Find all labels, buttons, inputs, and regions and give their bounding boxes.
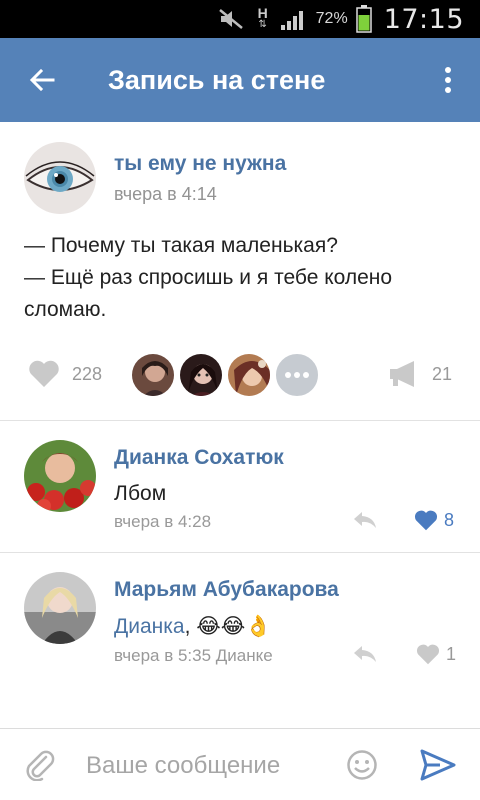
liker-avatar[interactable]	[178, 352, 224, 398]
paperclip-icon	[26, 750, 55, 782]
battery-percent: 72%	[315, 10, 348, 27]
share-button[interactable]: 21	[388, 360, 452, 388]
battery-icon	[355, 5, 372, 33]
comment-like-button[interactable]: 8	[414, 510, 454, 531]
send-icon	[420, 749, 456, 781]
clock: 17:15	[383, 3, 464, 35]
arrow-back-icon	[29, 68, 55, 92]
comment-text: Лбом	[114, 482, 166, 506]
comment-like-count: 1	[446, 644, 457, 664]
send-button[interactable]	[420, 749, 456, 786]
network-type-icon: H ⇅	[257, 5, 268, 30]
comment-date: вчера в 4:28	[114, 512, 212, 531]
reply-button[interactable]	[352, 644, 378, 669]
post-text-line: — Почему ты такая маленькая?	[24, 234, 338, 257]
comment: Дианка Сохатюк Лбом вчера в 4:28 8	[0, 420, 480, 552]
toolbar: Запись на стене	[0, 38, 480, 122]
reply-button[interactable]	[352, 510, 378, 535]
comment: Марьям Абубакарова Дианка, 😂😂👌 вчера в 5…	[0, 552, 480, 702]
attach-button[interactable]	[24, 749, 56, 786]
reply-icon	[354, 512, 376, 528]
more-horizontal-icon	[285, 372, 309, 378]
comment-author-avatar[interactable]	[24, 440, 96, 512]
page-title: Запись на стене	[108, 64, 326, 95]
post-author-avatar[interactable]	[24, 142, 96, 214]
network-type-label: H	[257, 5, 268, 21]
post-author-name[interactable]: ты ему не нужна	[114, 152, 286, 176]
emoji-button[interactable]	[346, 749, 378, 786]
mute-icon	[218, 8, 246, 30]
reply-icon	[354, 646, 376, 662]
comment-date: вчера в 5:35 Дианке	[114, 646, 273, 665]
like-button[interactable]: 228	[28, 360, 102, 388]
comment-author-name[interactable]: Марьям Абубакарова	[114, 578, 339, 602]
heart-icon	[414, 510, 438, 531]
like-count: 228	[72, 363, 103, 384]
comment-text: Дианка, 😂😂👌	[114, 614, 271, 639]
post-text-line: сломаю.	[24, 298, 107, 321]
liker-avatar[interactable]	[130, 352, 176, 398]
message-composer	[0, 728, 480, 800]
more-vertical-icon	[445, 67, 451, 93]
share-count: 21	[432, 363, 453, 384]
heart-icon	[416, 644, 440, 665]
status-bar: H ⇅ 72% 17:15	[0, 0, 480, 38]
post-author-block: ты ему не нужна вчера в 4:14	[114, 152, 286, 205]
more-options-button[interactable]	[416, 38, 480, 122]
post-text-line: — Ещё раз спросишь и я тебе колено	[24, 266, 393, 289]
comment-like-count: 8	[444, 510, 455, 530]
liker-avatar[interactable]	[226, 352, 272, 398]
post-header: ты ему не нужна вчера в 4:14	[24, 142, 286, 214]
heart-icon	[29, 360, 59, 387]
message-input[interactable]	[86, 749, 336, 783]
comment-text-content: Лбом	[114, 482, 167, 505]
post-actions: 228 21	[0, 350, 480, 400]
comment-like-button[interactable]: 1	[416, 644, 456, 665]
back-button[interactable]	[0, 38, 84, 122]
post-date: вчера в 4:14	[114, 183, 217, 204]
smiley-icon	[347, 750, 377, 780]
megaphone-icon	[390, 361, 414, 387]
signal-icon	[280, 7, 308, 31]
more-likers-button[interactable]	[274, 352, 320, 398]
comment-author-avatar[interactable]	[24, 572, 96, 644]
post-text: — Почему ты такая маленькая? — Ещё раз с…	[24, 230, 464, 326]
comment-author-name[interactable]: Дианка Сохатюк	[114, 446, 284, 470]
comment-text-content: , 😂😂👌	[184, 615, 272, 638]
mention-link[interactable]: Дианка	[114, 615, 185, 638]
